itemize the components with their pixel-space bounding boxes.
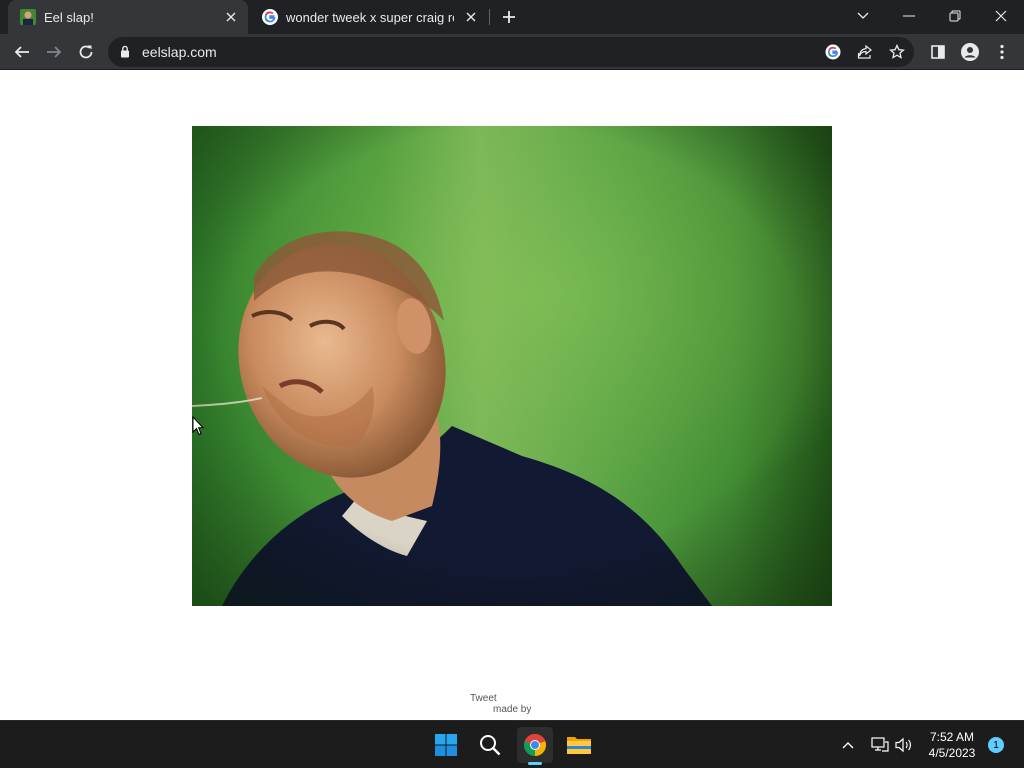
chevron-up-icon (842, 742, 854, 749)
eel-slap-favicon-icon (20, 9, 36, 25)
tab-strip: Eel slap! wonder tweek x super craig red… (0, 0, 1024, 34)
more-vertical-icon (1000, 44, 1004, 60)
clock[interactable]: 7:52 AM 4/5/2023 (916, 729, 988, 761)
arrow-right-icon (47, 46, 62, 58)
reload-icon (79, 45, 93, 59)
file-explorer-button[interactable] (561, 727, 597, 763)
close-window-button[interactable] (978, 0, 1024, 32)
windows-taskbar: 7:52 AM 4/5/2023 1 (0, 720, 1024, 768)
side-panel-icon (931, 45, 945, 59)
back-button[interactable] (8, 38, 36, 66)
start-button[interactable] (428, 727, 464, 763)
network-icon (871, 737, 889, 752)
profile-avatar-icon (961, 43, 979, 61)
tab-google-search[interactable]: wonder tweek x super craig red r (250, 0, 488, 34)
tab-title: Eel slap! (44, 9, 94, 25)
search-icon (480, 735, 501, 756)
windows-logo-icon (435, 734, 457, 756)
chrome-taskbar-button[interactable] (517, 727, 553, 763)
profile-button[interactable] (956, 38, 984, 66)
forward-button[interactable] (40, 38, 68, 66)
share-icon[interactable] (856, 43, 874, 61)
google-lens-icon[interactable] (824, 43, 842, 61)
arrow-left-icon (14, 46, 29, 58)
minimize-button[interactable] (886, 0, 932, 32)
bookmark-star-icon[interactable] (888, 43, 906, 61)
browser-toolbar: eelslap.com (0, 34, 1024, 70)
notification-badge[interactable]: 1 (988, 737, 1004, 753)
speaker-icon (895, 737, 911, 753)
clock-time: 7:52 AM (929, 730, 975, 744)
lock-icon[interactable] (120, 45, 130, 58)
plus-icon (503, 11, 515, 23)
search-button[interactable] (472, 727, 508, 763)
tab-separator (489, 9, 490, 25)
man-on-green-background-image (192, 126, 832, 606)
folder-icon (567, 737, 591, 754)
close-icon (995, 10, 1007, 22)
eel-slap-video[interactable] (192, 126, 832, 606)
web-page: Tweet made by (0, 70, 1024, 720)
reload-button[interactable] (72, 38, 100, 66)
restore-icon (949, 10, 961, 22)
clock-date: 4/5/2023 (928, 746, 976, 760)
tab-eel-slap[interactable]: Eel slap! (8, 0, 248, 34)
address-bar[interactable]: eelslap.com (108, 37, 914, 67)
minimize-icon (903, 15, 915, 17)
network-button[interactable] (870, 735, 890, 755)
chrome-icon (523, 733, 547, 757)
running-indicator (528, 762, 542, 765)
close-tab-icon[interactable] (462, 8, 480, 26)
url-text[interactable]: eelslap.com (142, 44, 217, 60)
restore-button[interactable] (932, 0, 978, 32)
mouse-pointer-icon (192, 416, 204, 436)
chevron-down-icon (857, 12, 869, 19)
menu-button[interactable] (988, 38, 1016, 66)
close-tab-icon[interactable] (222, 8, 240, 26)
tab-search-button[interactable] (840, 0, 886, 32)
tweet-link[interactable]: Tweet (470, 693, 497, 704)
made-by-text[interactable]: made by (493, 704, 531, 715)
tab-title: wonder tweek x super craig red r (286, 9, 454, 25)
new-tab-button[interactable] (498, 6, 520, 28)
google-favicon-icon (262, 9, 278, 25)
side-panel-button[interactable] (924, 38, 952, 66)
volume-button[interactable] (894, 735, 914, 755)
show-hidden-icons-button[interactable] (838, 735, 858, 755)
